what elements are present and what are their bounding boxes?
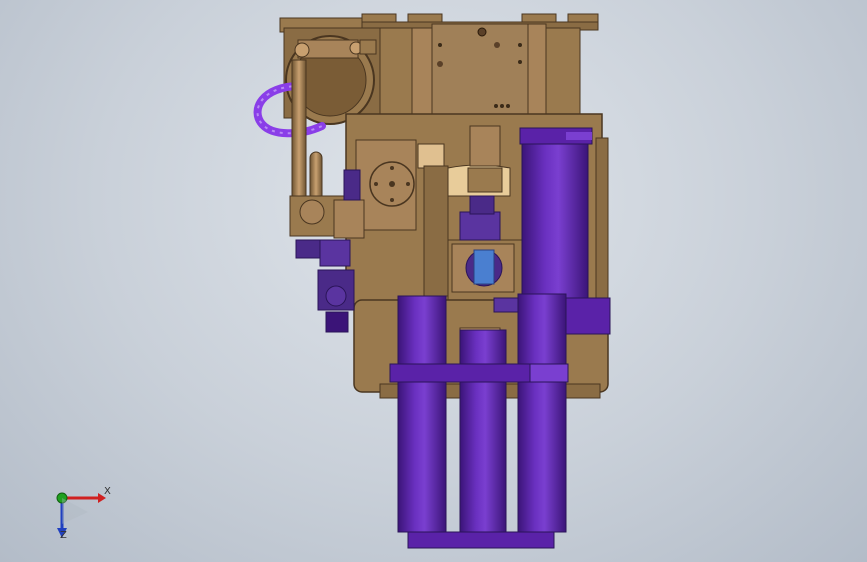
tie-rod [291, 59, 307, 211]
axis-z-label: Z [60, 530, 67, 541]
axis-x-label: X [104, 486, 111, 497]
lower-cylinders [389, 293, 569, 549]
hydraulic-assembly-model[interactable] [0, 0, 867, 562]
cad-viewport[interactable]: X Z [0, 0, 867, 562]
axis-x-arrow [62, 493, 106, 503]
